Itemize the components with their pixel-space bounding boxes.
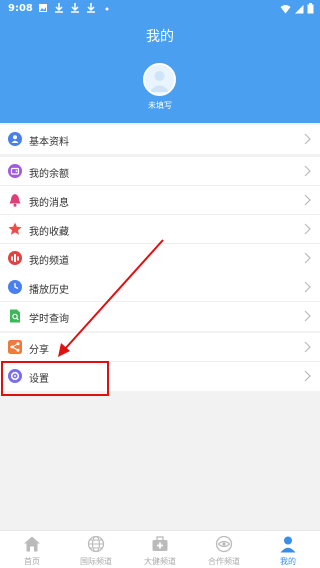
chevron-right-icon bbox=[304, 252, 311, 264]
menu-item-share[interactable]: 分享 bbox=[0, 333, 320, 362]
bottom-tab-bar: 首页 国际频道 大健频道 合作频道 我的 bbox=[0, 530, 320, 568]
more-notifications-dot-icon bbox=[105, 7, 109, 11]
download-notification-icon bbox=[71, 3, 79, 13]
menu-item-channels[interactable]: 我的频道 bbox=[0, 244, 320, 273]
document-search-icon bbox=[10, 309, 20, 323]
menu-group-learning: 播放历史 学时查询 bbox=[0, 273, 320, 331]
annotation-highlight-box bbox=[1, 361, 109, 396]
tab-mine[interactable]: 我的 bbox=[256, 531, 320, 568]
home-icon bbox=[24, 536, 40, 552]
clock-icon bbox=[8, 280, 22, 294]
tab-home[interactable]: 首页 bbox=[0, 531, 64, 568]
eye-icon bbox=[215, 535, 233, 553]
download-notification-icon bbox=[87, 3, 95, 13]
chevron-right-icon bbox=[304, 370, 311, 382]
menu-item-basic-info[interactable]: 基本资料 bbox=[0, 125, 320, 154]
chevron-right-icon bbox=[304, 310, 311, 322]
profile-header: 9:08 我的 未填写 bbox=[0, 0, 320, 123]
star-icon bbox=[8, 222, 22, 235]
menu-label: 我的收藏 bbox=[29, 227, 69, 238]
status-bar: 9:08 bbox=[0, 0, 320, 18]
menu-label: 我的消息 bbox=[29, 198, 69, 209]
user-icon bbox=[280, 536, 296, 553]
username: 未填写 bbox=[148, 101, 172, 110]
menu-group-personal: 我的余额 我的消息 我的收藏 我的频道 bbox=[0, 157, 320, 273]
download-notification-icon bbox=[55, 3, 63, 13]
wifi-icon bbox=[280, 4, 291, 13]
medkit-icon bbox=[152, 536, 168, 551]
tab-label: 首页 bbox=[24, 557, 40, 566]
chevron-right-icon bbox=[304, 165, 311, 177]
channel-icon bbox=[8, 251, 22, 265]
gallery-notification-icon bbox=[39, 4, 47, 12]
default-avatar-icon bbox=[149, 71, 170, 92]
tab-label: 国际频道 bbox=[80, 557, 112, 566]
wallet-icon bbox=[8, 164, 22, 178]
tab-health-channel[interactable]: 大健频道 bbox=[128, 531, 192, 568]
menu-item-study-hours[interactable]: 学时查询 bbox=[0, 302, 320, 331]
chevron-right-icon bbox=[304, 194, 311, 206]
bell-icon bbox=[9, 194, 21, 207]
menu-label: 基本资料 bbox=[29, 137, 69, 148]
share-icon bbox=[8, 340, 22, 354]
status-time: 9:08 bbox=[8, 3, 33, 14]
menu-group-profile: 基本资料 bbox=[0, 125, 320, 154]
tab-label: 合作频道 bbox=[208, 557, 240, 566]
person-icon bbox=[8, 132, 22, 146]
menu-label: 播放历史 bbox=[29, 285, 69, 296]
menu-label: 我的频道 bbox=[29, 256, 69, 267]
chevron-right-icon bbox=[304, 281, 311, 293]
menu-item-favorites[interactable]: 我的收藏 bbox=[0, 215, 320, 244]
menu-label: 我的余额 bbox=[29, 169, 69, 180]
chevron-right-icon bbox=[304, 133, 311, 145]
menu-item-messages[interactable]: 我的消息 bbox=[0, 186, 320, 215]
chevron-right-icon bbox=[304, 341, 311, 353]
avatar[interactable] bbox=[143, 63, 176, 96]
tab-label: 我的 bbox=[280, 557, 296, 566]
battery-icon bbox=[307, 3, 314, 14]
signal-icon bbox=[295, 4, 304, 13]
menu-label: 分享 bbox=[29, 345, 49, 356]
menu-item-balance[interactable]: 我的余额 bbox=[0, 157, 320, 186]
page-title: 我的 bbox=[146, 29, 174, 45]
menu-item-play-history[interactable]: 播放历史 bbox=[0, 273, 320, 302]
chevron-right-icon bbox=[304, 223, 311, 235]
tab-international-channel[interactable]: 国际频道 bbox=[64, 531, 128, 568]
menu-label: 学时查询 bbox=[29, 314, 69, 325]
globe-icon bbox=[87, 535, 105, 553]
tab-label: 大健频道 bbox=[144, 557, 176, 566]
tab-cooperation-channel[interactable]: 合作频道 bbox=[192, 531, 256, 568]
